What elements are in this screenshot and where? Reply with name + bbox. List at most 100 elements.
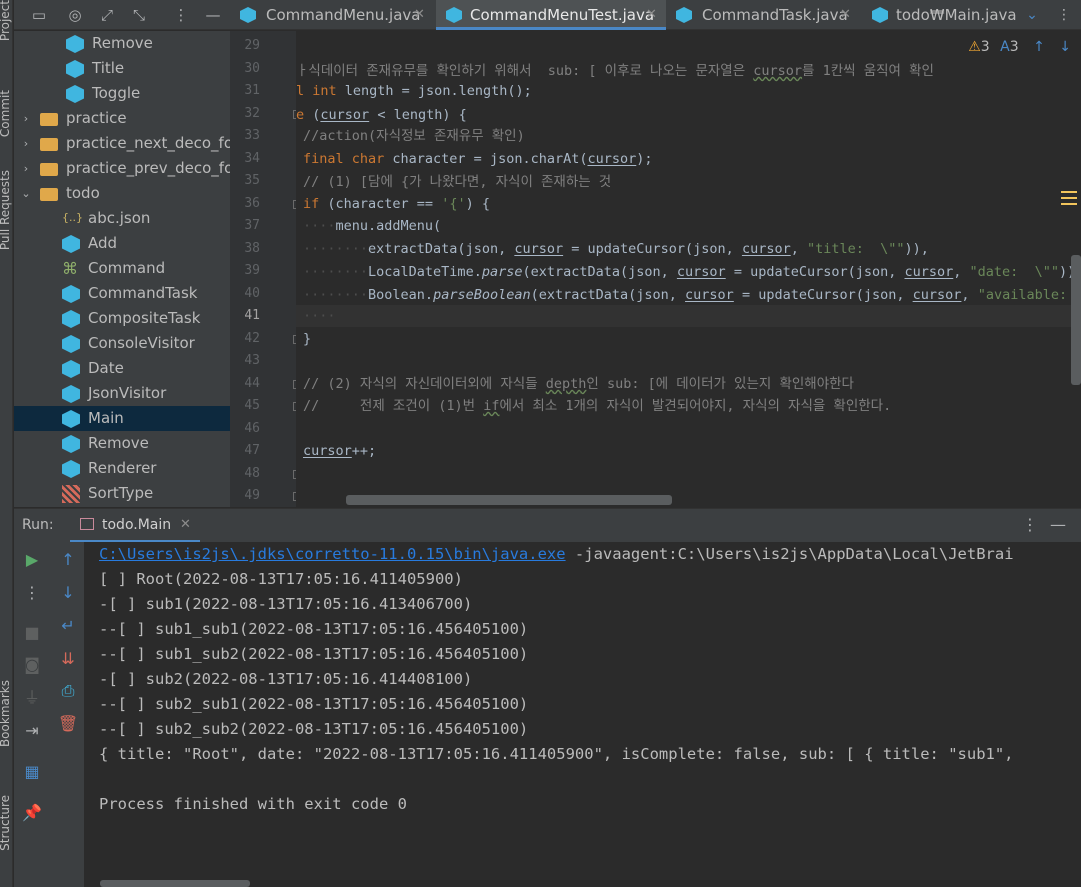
run-config-tab[interactable]: todo.Main ✕ [70,509,200,543]
close-tab-icon[interactable]: ✕ [646,0,657,30]
tree-item[interactable]: ConsoleVisitor [14,331,230,356]
tree-item-label: Remove [92,34,153,52]
tree-item[interactable]: Renderer [14,456,230,481]
options-menu-icon[interactable]: ⋮ [170,4,192,26]
code-line-30: ㅏ식데이터 존재유무를 확인하기 위해서 sub: [ 이후로 나오는 문자열은… [296,63,934,79]
java-class-icon [62,385,80,403]
tab-main[interactable]: todo₩Main.java [862,0,1017,30]
tab-options-icon[interactable]: ⋮ [1054,0,1074,30]
tree-item[interactable]: Main [14,406,230,431]
java-main-class-icon [872,7,888,23]
tree-item[interactable]: CompositeTask [14,306,230,331]
line-number: 36 [244,195,260,211]
stop-icon[interactable]: ■ [21,622,43,644]
tree-item[interactable]: SortType [14,481,230,506]
collapsed-arrow-icon[interactable]: › [19,131,33,156]
code-line-37: ····menu.addMenu( [303,218,442,234]
code-line-32: e (cursor < length) { [296,107,467,123]
soft-wrap-icon[interactable]: ↵ [57,615,79,637]
run-console[interactable]: C:\Users\is2js\.jdks\corretto-11.0.15\bi… [84,542,1081,887]
tree-item-label: Date [88,359,124,377]
tree-item[interactable]: Title [14,56,230,81]
tab-command-task[interactable]: CommandTask.java ✕ [666,0,862,30]
reader-mode-icon[interactable] [1061,191,1077,205]
close-run-tab-icon[interactable]: ✕ [180,517,191,532]
down-stack-icon[interactable]: ↓ [57,582,79,604]
tab-command-menu[interactable]: CommandMenu.java ✕ [230,0,436,30]
tree-item[interactable]: Add [14,231,230,256]
commit-tool-tab[interactable]: Commit [0,90,12,137]
line-number: 49 [244,488,260,503]
pin-icon[interactable]: 📌 [21,802,43,824]
console-horizontal-scrollbar[interactable] [100,880,250,887]
layout-icon[interactable]: ▦ [21,761,43,783]
code-line-42: } [303,331,312,347]
rerun-icon[interactable]: ▶ [21,549,43,571]
dump-threads-icon[interactable]: ◙ [21,654,43,676]
line-number: 34 [244,150,260,166]
folder-icon [40,138,58,151]
close-tab-icon[interactable]: ✕ [840,0,851,30]
tree-item-label: practice_prev_deco_for_s [66,159,230,177]
expanded-arrow-icon[interactable]: ⌄ [19,181,33,206]
line-number: 35 [244,173,260,188]
java-class-icon [62,435,80,453]
collapsed-arrow-icon[interactable]: › [19,156,33,181]
expand-all-icon[interactable]: ⤢ [96,4,118,26]
tree-item[interactable]: › practice_prev_deco_for_s [14,156,230,181]
tree-item[interactable]: › practice [14,106,230,131]
print-icon[interactable]: ⎙ [57,680,79,702]
console-output-line: -[ ] sub1(2022-08-13T17:05:16.413406700) [99,595,473,613]
clear-all-icon[interactable]: 🗑 [57,713,79,735]
tree-item[interactable]: CommandTask [14,281,230,306]
collapse-all-icon[interactable]: ⤡ [128,4,150,26]
hide-panel-icon[interactable]: — [202,4,224,26]
run-options-icon[interactable]: ⋮ [1022,515,1038,534]
locate-file-icon[interactable]: ◎ [64,4,86,26]
java-class-icon [62,285,80,303]
scroll-to-end-icon[interactable]: ⇊ [57,648,79,670]
tree-item-label: practice_next_deco_for_a [66,134,230,152]
tree-item[interactable]: ⌄ todo [14,181,230,206]
project-tool-tab[interactable]: Project [0,0,12,41]
plug-icon[interactable]: ⏚ [21,687,43,709]
pull-requests-tool-tab[interactable]: Pull Requests [0,170,12,250]
line-number: 48 [244,465,260,481]
bookmarks-tool-tab[interactable]: Bookmarks [0,680,12,747]
up-stack-icon[interactable]: ↑ [57,549,79,571]
java-class-icon [62,310,80,328]
structure-tool-tab[interactable]: Structure [0,795,12,851]
tree-item[interactable]: JsonVisitor [14,381,230,406]
tree-item[interactable]: Toggle [14,81,230,106]
line-number: 45 [244,398,260,413]
code-line-36: if (character == '{') { [303,196,490,212]
tree-item-label: practice [66,109,127,127]
inspection-widget[interactable]: ⚠3 A3 ↑ ↓ [968,39,1071,55]
collapsed-arrow-icon[interactable]: › [19,106,33,131]
next-highlight-icon[interactable]: ↓ [1059,39,1071,55]
tree-item[interactable]: ⌘ Command [14,256,230,281]
code-line-44: // (2) 자식의 자신데이터외에 자식들 depth인 sub: [에 데이… [303,376,854,392]
java-path-link[interactable]: C:\Users\is2js\.jdks\corretto-11.0.15\bi… [99,545,566,563]
project-toolbar: ▭ ◎ ⤢ ⤡ ⋮ — [14,0,230,30]
code-line-39: ········LocalDateTime.parse(extractData(… [303,264,1081,280]
code-editor[interactable]: ㅏ식데이터 존재유무를 확인하기 위해서 sub: [ 이후로 나오는 문자열은… [296,31,1081,507]
folder-view-icon[interactable]: ▭ [28,4,50,26]
hide-run-panel-icon[interactable]: — [1050,515,1066,534]
tree-item[interactable]: Remove [14,31,230,56]
current-line-highlight [296,305,1081,327]
editor-vertical-scrollbar[interactable] [1071,255,1081,385]
exit-icon[interactable]: ⇥ [21,720,43,742]
close-tab-icon[interactable]: ✕ [414,0,425,30]
previous-highlight-icon[interactable]: ↑ [1033,39,1045,55]
tree-item[interactable]: {..} abc.json [14,206,230,231]
java-class-icon [446,7,462,23]
tree-item[interactable]: Remove [14,431,230,456]
tab-command-menu-test[interactable]: CommandMenuTest.java ✕ [436,0,666,30]
editor-horizontal-scrollbar[interactable] [346,495,672,505]
tab-list-dropdown-icon[interactable]: ⌄ [1022,0,1042,30]
tree-item[interactable]: Date [14,356,230,381]
console-command-line: C:\Users\is2js\.jdks\corretto-11.0.15\bi… [99,545,1014,563]
tree-item[interactable]: › practice_next_deco_for_a [14,131,230,156]
more-icon[interactable]: ⋮ [21,582,43,604]
